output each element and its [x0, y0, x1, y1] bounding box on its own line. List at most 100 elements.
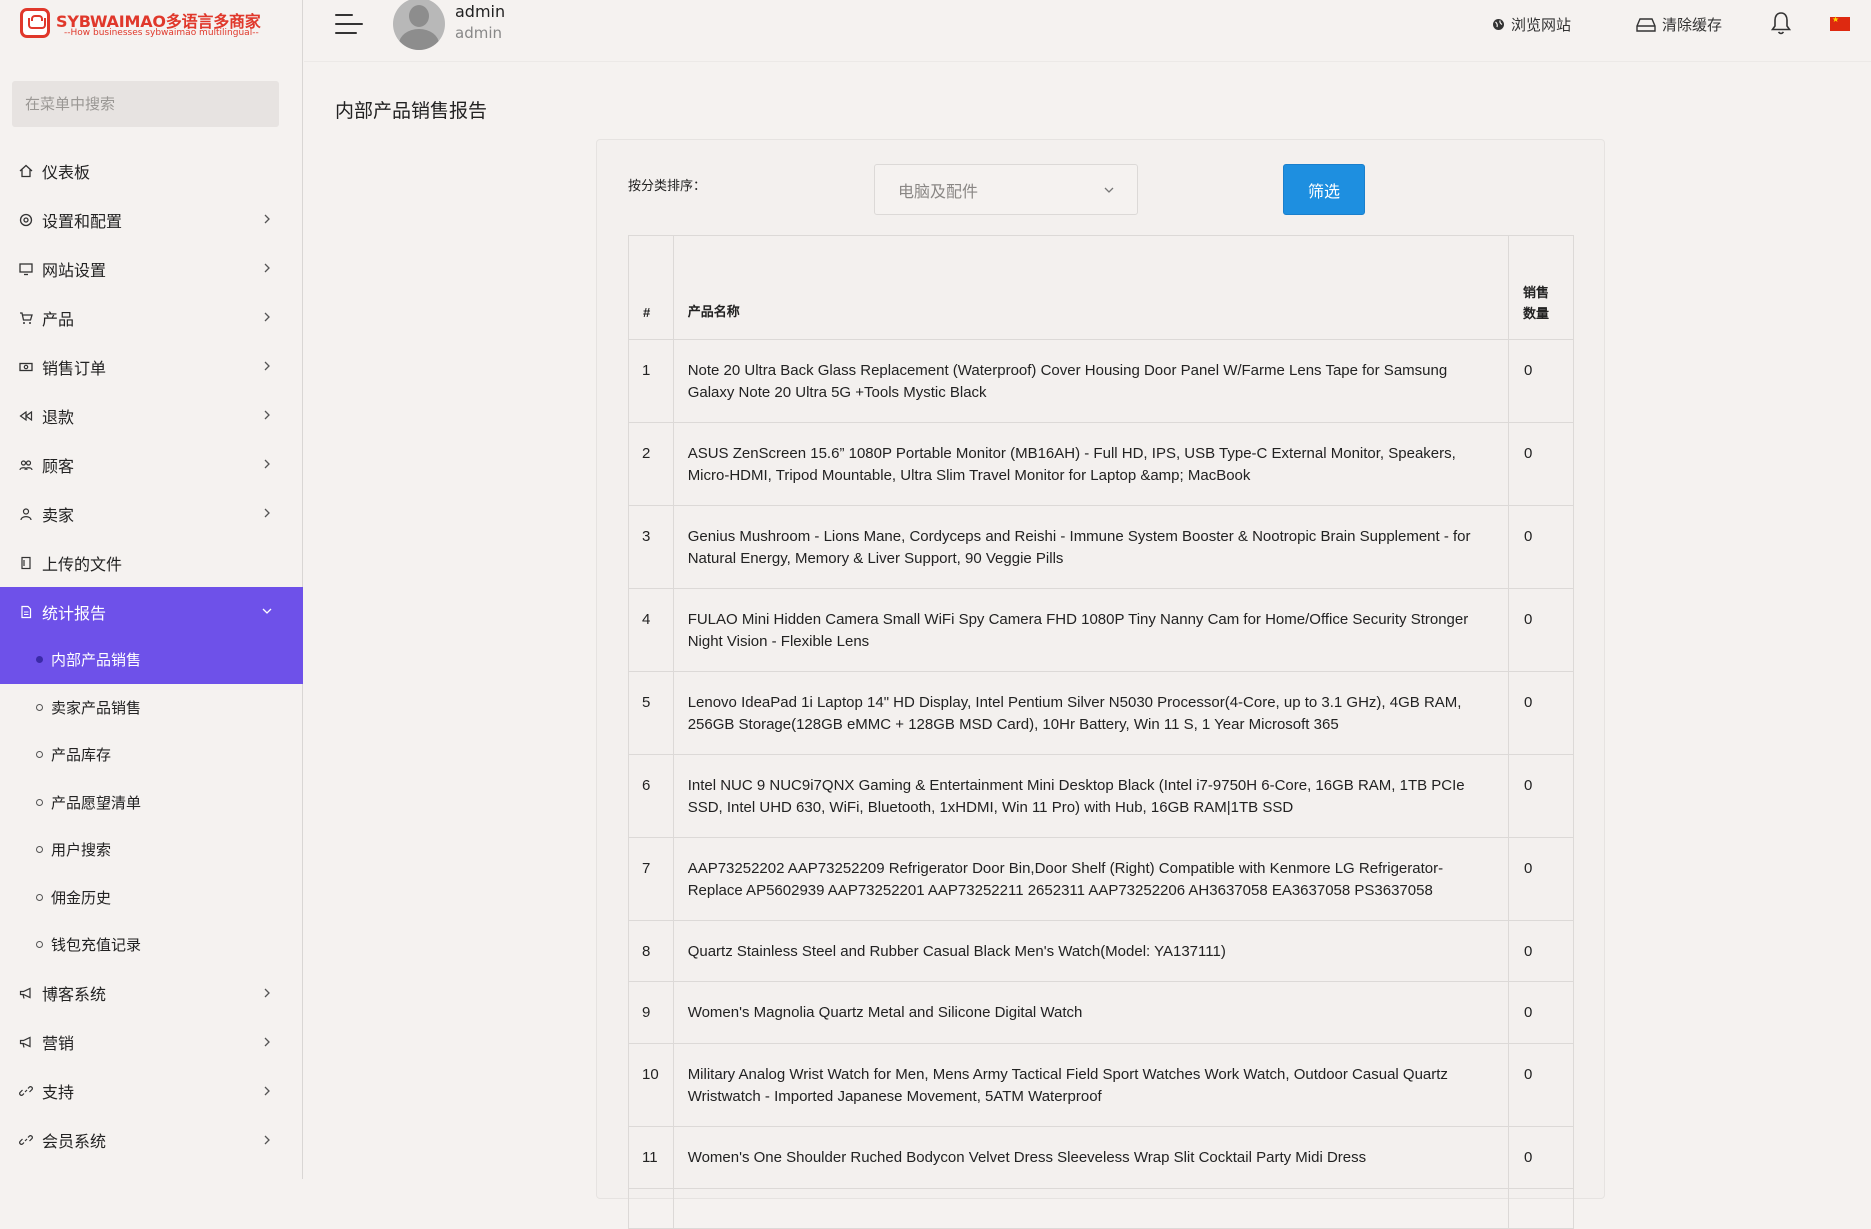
sidebar-item-label: 会员系统	[42, 1132, 107, 1151]
globe-icon	[1492, 18, 1505, 31]
row-qty: 0	[1508, 1126, 1574, 1189]
row-index	[628, 1188, 674, 1229]
browse-site-link[interactable]: 浏览网站	[1492, 14, 1571, 35]
row-product-name: ASUS ZenScreen 15.6” 1080P Portable Moni…	[672, 422, 1510, 506]
chevron-right-icon	[264, 1135, 270, 1144]
sidebar-item-settings[interactable]: 设置和配置	[0, 195, 303, 244]
sidebar-item-label: 顾客	[42, 456, 75, 476]
row-product-name: Genius Mushroom - Lions Mane, Cordyceps …	[672, 505, 1510, 589]
sidebar-item-uploaded-files[interactable]: 上传的文件	[0, 538, 303, 587]
bell-icon[interactable]	[1770, 10, 1792, 36]
top-bar: admin admin 浏览网站 清除缓存	[304, 0, 1871, 62]
bullet-icon	[36, 846, 43, 854]
row-qty: 0	[1508, 339, 1574, 423]
row-qty: 0	[1508, 1043, 1574, 1127]
submenu-label: 产品库存	[51, 746, 112, 765]
sidebar-item-label: 统计报告	[42, 603, 107, 623]
sidebar-item-reports[interactable]: 统计报告	[0, 587, 303, 636]
sidebar-item-label: 设置和配置	[42, 211, 123, 231]
home-icon	[18, 163, 34, 179]
row-index: 7	[628, 837, 674, 921]
sidebar-item-sales-orders[interactable]: 销售订单	[0, 342, 303, 391]
row-index: 6	[628, 754, 674, 838]
row-index: 10	[628, 1043, 674, 1127]
sidebar-item-label: 退款	[42, 407, 75, 427]
cart-logo-icon	[20, 8, 50, 38]
sidebar-item-membership[interactable]: 会员系统	[0, 1116, 303, 1165]
sidebar-item-label: 支持	[42, 1083, 75, 1102]
row-index: 1	[628, 339, 674, 423]
submenu-item-seller-sales[interactable]: 卖家产品销售	[0, 684, 303, 732]
chevron-right-icon	[264, 459, 270, 469]
category-select[interactable]: 电脑及配件	[874, 164, 1138, 215]
sidebar-item-label: 卖家	[42, 505, 75, 525]
chevron-right-icon	[264, 988, 270, 997]
rewind-icon	[18, 408, 34, 424]
submenu-item-wallet-recharge[interactable]: 钱包充值记录	[0, 921, 303, 969]
chevron-right-icon	[264, 361, 270, 371]
gear-icon	[18, 212, 34, 228]
sidebar-menu: 仪表板 设置和配置 网站设置 产品 销售订单 退款 顾客 卖家 上传的文件 统计…	[0, 146, 303, 1165]
sidebar-item-label: 营销	[42, 1034, 75, 1053]
submenu-label: 产品愿望清单	[51, 793, 142, 812]
clear-cache-link[interactable]: 清除缓存	[1636, 14, 1722, 35]
table-row: 9 Women's Magnolia Quartz Metal and Silic…	[628, 981, 1574, 1044]
sidebar-item-products[interactable]: 产品	[0, 293, 303, 342]
submenu-label: 佣金历史	[51, 888, 112, 907]
submenu-label: 钱包充值记录	[51, 936, 142, 955]
row-index: 5	[628, 671, 674, 755]
submenu-item-product-stock[interactable]: 产品库存	[0, 731, 303, 779]
table-header-row: # 产品名称 销售 数量	[628, 235, 1574, 340]
row-index: 2	[628, 422, 674, 506]
brand-logo[interactable]: SYBWAIMAO多语言多商家 --How businesses sybwaim…	[20, 6, 261, 46]
sidebar-item-refunds[interactable]: 退款	[0, 391, 303, 440]
money-icon	[18, 359, 34, 375]
monitor-icon	[18, 261, 34, 277]
avatar[interactable]	[393, 0, 445, 50]
sidebar: SYBWAIMAO多语言多商家 --How businesses sybwaim…	[0, 0, 303, 1179]
sales-table: # 产品名称 销售 数量 1 Note 20 Ultra Back Glass Re…	[628, 235, 1574, 1229]
table-row: 2 ASUS ZenScreen 15.6” 1080P Portable Mon…	[628, 422, 1574, 506]
hamburger-menu-icon[interactable]	[334, 10, 366, 38]
chevron-down-icon	[262, 608, 272, 614]
chevron-right-icon	[264, 312, 270, 322]
row-index: 8	[628, 920, 674, 982]
row-qty: 0	[1508, 588, 1574, 672]
flag-china-icon[interactable]	[1830, 15, 1850, 31]
category-selected-value: 电脑及配件	[898, 181, 979, 201]
page-title: 内部产品销售报告	[335, 100, 488, 122]
clear-cache-label: 清除缓存	[1662, 16, 1723, 34]
row-qty: 0	[1508, 754, 1574, 838]
chevron-right-icon	[264, 410, 270, 420]
row-product-name: Lenovo IdeaPad 1i Laptop 14" HD Display,…	[672, 671, 1510, 755]
sidebar-item-marketing[interactable]: 营销	[0, 1018, 303, 1067]
sidebar-item-label: 网站设置	[42, 260, 107, 280]
table-row: 8 Quartz Stainless Steel and Rubber Casua…	[628, 920, 1574, 982]
sidebar-item-label: 上传的文件	[42, 554, 123, 574]
chevron-right-icon	[264, 263, 270, 273]
sidebar-item-blog[interactable]: 博客系统	[0, 969, 303, 1018]
submenu-item-commission-history[interactable]: 佣金历史	[0, 874, 303, 922]
sidebar-item-dashboard[interactable]: 仪表板	[0, 146, 303, 195]
row-index: 3	[628, 505, 674, 589]
row-product-name	[672, 1188, 1510, 1229]
sidebar-item-support[interactable]: 支持	[0, 1067, 303, 1116]
table-row: 1 Note 20 Ultra Back Glass Replacement (W…	[628, 339, 1574, 423]
table-row: 3 Genius Mushroom - Lions Mane, Cordyceps…	[628, 505, 1574, 589]
sidebar-item-sellers[interactable]: 卖家	[0, 489, 303, 538]
menu-search-input[interactable]	[12, 81, 279, 127]
submenu-item-user-search[interactable]: 用户搜索	[0, 826, 303, 874]
filter-button[interactable]: 筛选	[1283, 164, 1365, 215]
submenu-item-inhouse-sales[interactable]: 内部产品销售	[0, 636, 303, 684]
sidebar-item-customers[interactable]: 顾客	[0, 440, 303, 489]
submenu-item-wishlist[interactable]: 产品愿望清单	[0, 779, 303, 827]
sort-by-category-label: 按分类排序：	[628, 179, 707, 194]
row-product-name: Military Analog Wrist Watch for Men, Men…	[672, 1043, 1510, 1127]
table-row: 5 Lenovo IdeaPad 1i Laptop 14" HD Display…	[628, 671, 1574, 755]
bullet-icon	[36, 941, 43, 949]
chevron-right-icon	[264, 508, 270, 518]
sidebar-item-website-settings[interactable]: 网站设置	[0, 244, 303, 293]
table-row: 6 Intel NUC 9 NUC9i7QNX Gaming & Entertai…	[628, 754, 1574, 838]
user-name: admin	[455, 2, 506, 21]
row-product-name: Women's One Shoulder Ruched Bodycon Velv…	[672, 1126, 1510, 1189]
